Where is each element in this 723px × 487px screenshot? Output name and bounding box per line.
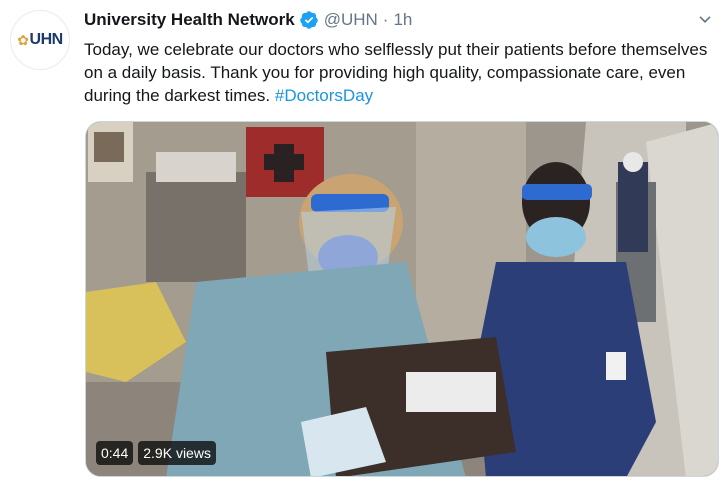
video-views: 2.9K views <box>138 441 216 465</box>
header-separator: · <box>382 10 389 29</box>
uhn-logo: ✿ UHN <box>17 31 64 48</box>
video-duration: 0:44 <box>96 441 134 465</box>
tweet-timestamp[interactable]: 1h <box>393 10 412 30</box>
video-frame <box>86 122 718 476</box>
video-player[interactable] <box>85 121 719 477</box>
avatar-text: UHN <box>29 31 64 48</box>
tweet-body: Today, we celebrate our doctors who self… <box>84 40 708 105</box>
tweet[interactable]: ✿ UHN University Health Network @UHN · 1h… <box>0 0 723 487</box>
chevron-down-icon[interactable] <box>695 10 715 30</box>
account-name[interactable]: University Health Network <box>84 10 295 30</box>
avatar[interactable]: ✿ UHN <box>10 10 70 70</box>
tweet-text: Today, we celebrate our doctors who self… <box>84 38 714 107</box>
hashtag-link[interactable]: #DoctorsDay <box>275 86 373 105</box>
verified-badge-icon <box>299 10 319 30</box>
tweet-header: University Health Network @UHN · 1h <box>84 8 412 32</box>
account-handle[interactable]: @UHN <box>324 10 378 30</box>
video-badges: 0:44 2.9K views <box>96 441 216 465</box>
